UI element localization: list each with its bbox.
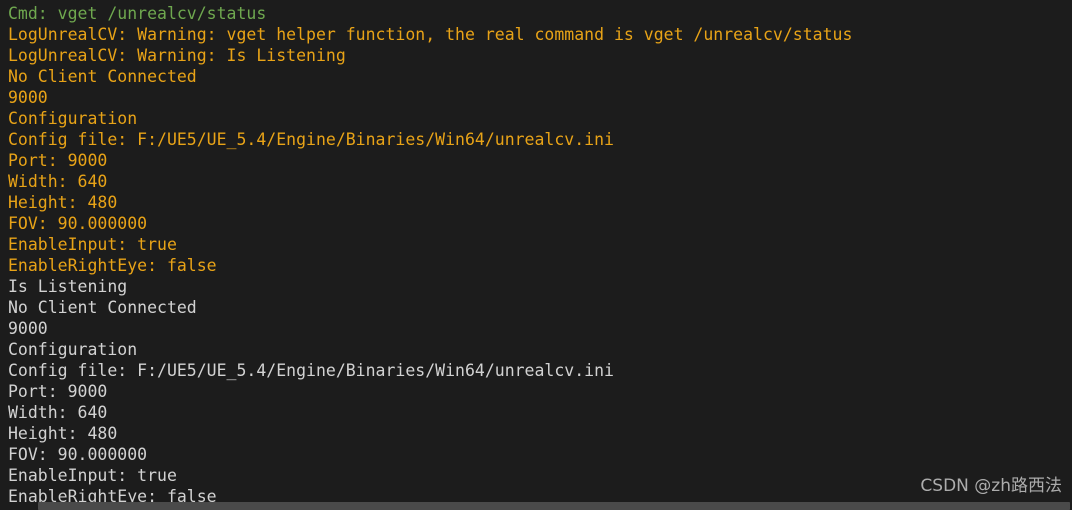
log-line: No Client Connected [8, 298, 197, 317]
log-output-list: Cmd: vget /unrealcv/status LogUnrealCV: W… [0, 3, 1072, 507]
horizontal-scrollbar[interactable] [38, 502, 1070, 510]
horizontal-scrollbar-thumb[interactable] [38, 502, 1070, 510]
log-line: 9000 [8, 88, 48, 107]
log-line: Width: 640 [8, 403, 108, 422]
log-line: Height: 480 [8, 193, 118, 212]
log-line: No Client Connected [8, 67, 197, 86]
console-output-window: LogUnrealCV: Warning: vget helper functi… [0, 0, 1072, 510]
log-line: Config file: F:/UE5/UE_5.4/Engine/Binari… [8, 361, 614, 380]
log-line: FOV: 90.000000 [8, 445, 148, 464]
log-line: Configuration [8, 340, 138, 359]
log-line: EnableInput: true [8, 466, 177, 485]
log-line: 9000 [8, 319, 48, 338]
log-line: Port: 9000 [8, 382, 108, 401]
log-line: LogUnrealCV: Warning: Is Listening [8, 46, 346, 65]
log-line: EnableInput: true [8, 235, 177, 254]
log-line: Port: 9000 [8, 151, 108, 170]
log-line: Is Listening [8, 277, 128, 296]
log-line: EnableRightEye: false [8, 256, 217, 275]
log-line: Width: 640 [8, 172, 108, 191]
log-line: FOV: 90.000000 [8, 214, 148, 233]
log-line: LogUnrealCV: Warning: vget helper functi… [8, 25, 853, 44]
log-line: Configuration [8, 109, 138, 128]
log-line: Cmd: vget /unrealcv/status [8, 4, 267, 23]
log-line: Height: 480 [8, 424, 118, 443]
log-line: Config file: F:/UE5/UE_5.4/Engine/Binari… [8, 130, 614, 149]
